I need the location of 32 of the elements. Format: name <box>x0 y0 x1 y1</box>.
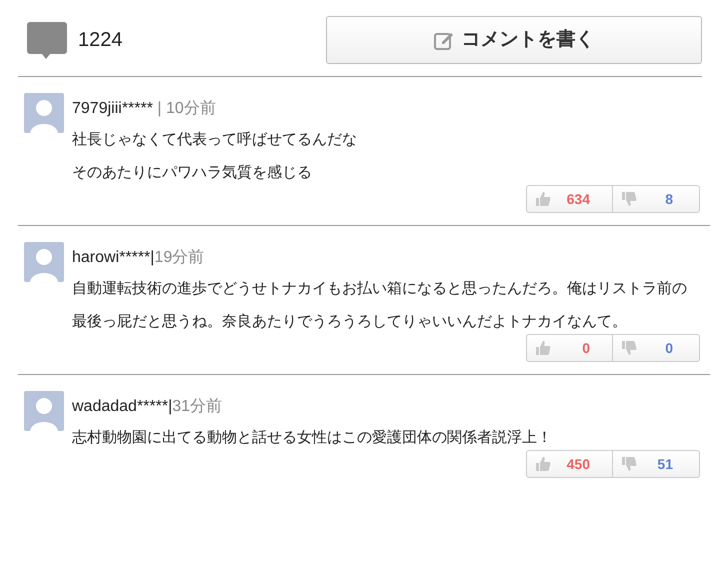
timestamp: 19分前 <box>154 248 204 268</box>
write-comment-button[interactable]: コメントを書く <box>326 16 702 64</box>
like-button[interactable]: 0 <box>527 335 613 361</box>
timestamp: 10分前 <box>166 99 216 119</box>
comment-text: そのあたりにパワハラ気質を感じる <box>72 163 313 183</box>
separator: | <box>156 99 163 119</box>
username[interactable]: harowi***** <box>72 246 150 270</box>
username[interactable]: wadadad***** <box>72 395 168 419</box>
thumbs-down-icon <box>621 191 637 207</box>
comment-text: 志村動物園に出てる動物と話せる女性はこの愛護団体の関係者説浮上！ <box>72 428 553 448</box>
dislike-button[interactable]: 0 <box>613 335 699 361</box>
separator: | <box>168 397 172 417</box>
dislike-button[interactable]: 51 <box>613 451 699 477</box>
timestamp: 31分前 <box>172 397 222 417</box>
comment-text: 社長じゃなくて代表って呼ばせてるんだな <box>72 130 358 150</box>
comment-count: 1224 <box>78 28 122 53</box>
speech-bubble-icon <box>26 20 68 60</box>
avatar-icon <box>24 242 64 282</box>
thumbs-down-icon <box>621 456 637 472</box>
avatar-icon <box>24 391 64 431</box>
dislike-button[interactable]: 8 <box>613 186 699 212</box>
edit-icon <box>434 30 454 50</box>
like-button[interactable]: 450 <box>527 451 613 477</box>
thumbs-down-icon <box>621 340 637 356</box>
avatar-icon <box>24 93 64 133</box>
thumbs-up-icon <box>535 340 551 356</box>
like-button[interactable]: 634 <box>527 186 613 212</box>
username[interactable]: 7979jiii***** <box>72 97 153 121</box>
thumbs-up-icon <box>535 456 551 472</box>
separator: | <box>150 248 154 268</box>
thumbs-up-icon <box>535 191 551 207</box>
comment-text: 自動運転技術の進歩でどうせトナカイもお払い箱になると思ったんだろ。俺はリストラ前の最後っ屁だと思うね。奈良あたりでうろうろしてりゃいいんだよトナカイなんて。 <box>72 279 688 332</box>
